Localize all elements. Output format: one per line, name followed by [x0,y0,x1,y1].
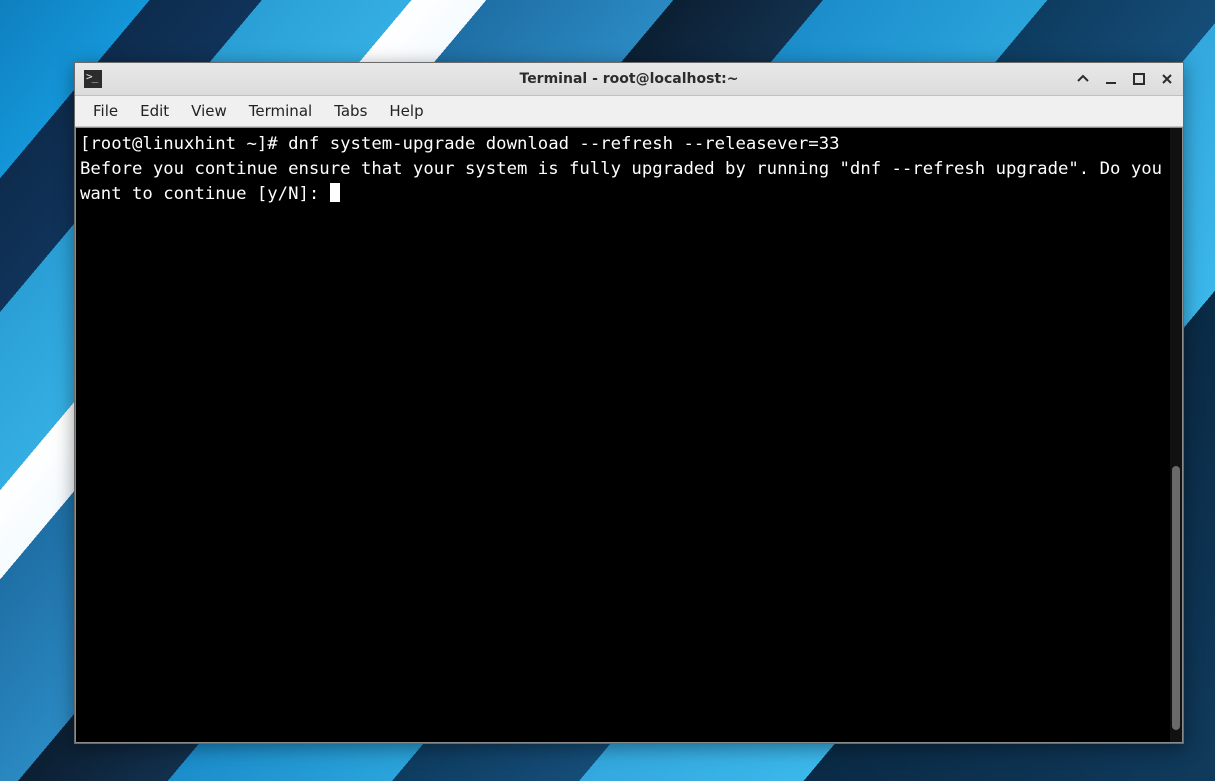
shell-prompt: [root@linuxhint ~]# [80,134,288,154]
menu-file[interactable]: File [83,98,128,124]
menu-bar: File Edit View Terminal Tabs Help [75,96,1183,127]
rollup-button[interactable] [1075,71,1091,87]
terminal-app-icon [84,70,102,88]
maximize-button[interactable] [1131,71,1147,87]
scrollbar[interactable] [1170,128,1182,742]
desktop-wallpaper: Terminal - root@localhost:~ File Edit Vi… [0,0,1215,781]
scrollbar-thumb[interactable] [1172,466,1180,730]
menu-help[interactable]: Help [379,98,433,124]
menu-edit[interactable]: Edit [130,98,179,124]
minimize-button[interactable] [1103,71,1119,87]
close-button[interactable] [1159,71,1175,87]
terminal-output[interactable]: [root@linuxhint ~]# dnf system-upgrade d… [76,128,1170,742]
terminal-window: Terminal - root@localhost:~ File Edit Vi… [74,62,1184,744]
menu-tabs[interactable]: Tabs [324,98,377,124]
command-output: Before you continue ensure that your sys… [80,159,1170,204]
terminal-area: [root@linuxhint ~]# dnf system-upgrade d… [75,127,1183,743]
window-controls [1075,71,1183,87]
text-cursor [330,183,340,202]
shell-command: dnf system-upgrade download --refresh --… [288,134,839,154]
window-titlebar[interactable]: Terminal - root@localhost:~ [75,63,1183,96]
window-title: Terminal - root@localhost:~ [75,71,1183,87]
menu-view[interactable]: View [181,98,237,124]
menu-terminal[interactable]: Terminal [239,98,322,124]
